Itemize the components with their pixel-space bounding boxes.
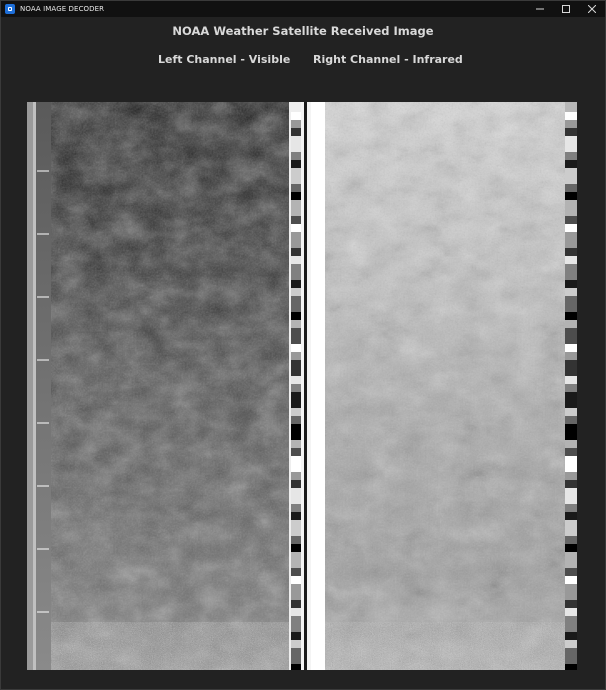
app-icon (5, 4, 15, 14)
window-title: NOAA IMAGE DECODER (20, 5, 105, 13)
minimize-icon (536, 5, 544, 13)
satellite-image-canvas (27, 102, 577, 670)
maximize-icon (562, 5, 570, 13)
left-channel-label: Left Channel - Visible (158, 53, 291, 66)
close-button[interactable] (579, 1, 605, 17)
satellite-image (27, 102, 577, 670)
maximize-button[interactable] (553, 1, 579, 17)
title-bar[interactable]: NOAA IMAGE DECODER (1, 1, 605, 17)
window-controls (527, 1, 605, 17)
minimize-button[interactable] (527, 1, 553, 17)
app-window: NOAA IMAGE DECODER NOAA Weather Satellit… (0, 0, 606, 690)
page-title: NOAA Weather Satellite Received Image (172, 24, 434, 38)
right-channel-label: Right Channel - Infrared (313, 53, 463, 66)
close-icon (588, 5, 596, 13)
